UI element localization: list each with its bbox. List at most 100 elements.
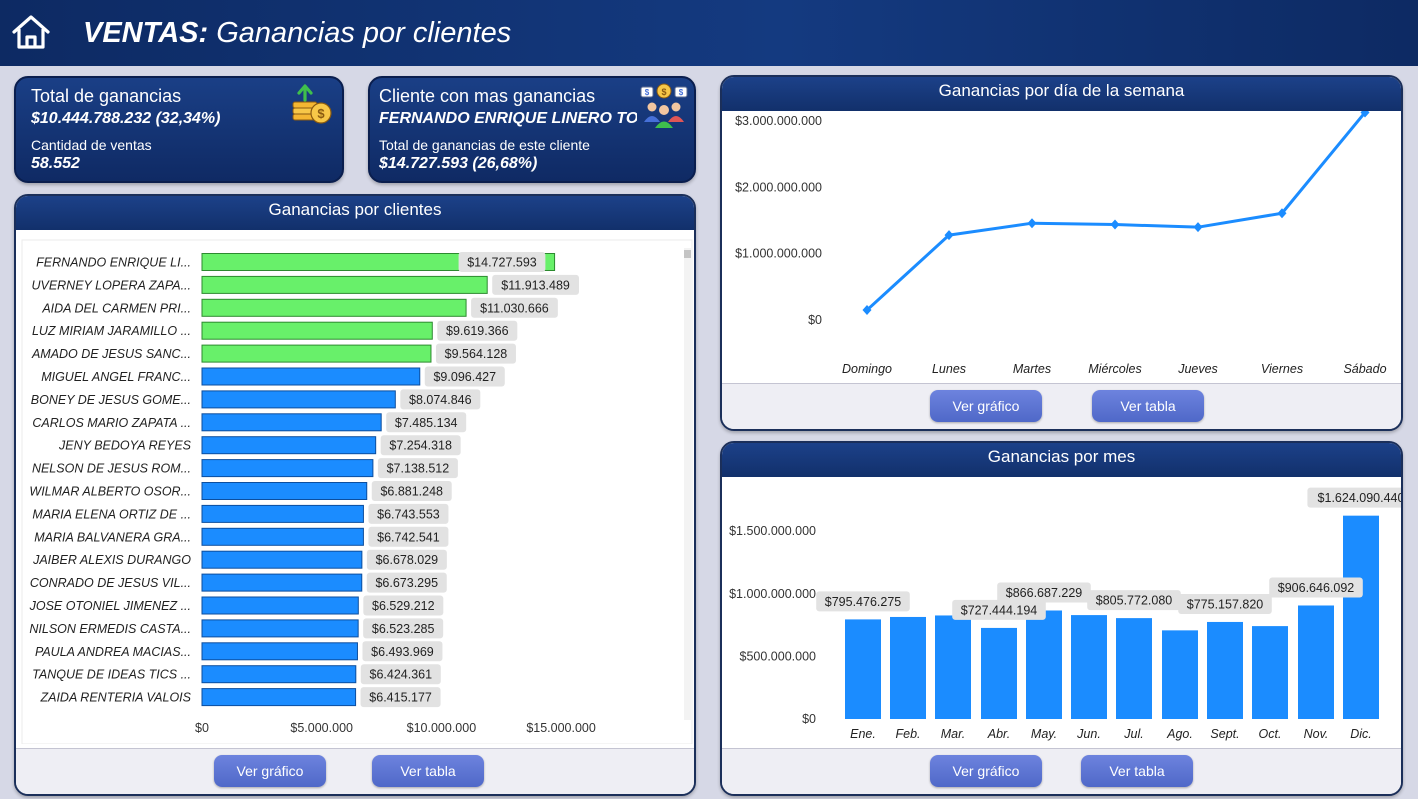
client-value-label: $6.415.177: [369, 691, 432, 705]
month-label: Oct.: [1259, 727, 1282, 741]
client-value-label: $6.493.969: [371, 645, 434, 659]
month-value-label: $805.772.080: [1096, 594, 1173, 608]
scrollbar-thumb[interactable]: [684, 250, 691, 258]
client-bar: [201, 665, 357, 684]
weekday-panel-footer: Ver gráfico Ver tabla: [722, 383, 1401, 429]
month-label: Jul.: [1123, 727, 1143, 741]
kpi-total-card: Total de ganancias $10.444.788.232 (32,3…: [14, 76, 344, 183]
clients-view-table-button[interactable]: Ver tabla: [372, 755, 484, 787]
month-bar: [1207, 621, 1243, 719]
clients-panel-footer: Ver gráfico Ver tabla: [16, 748, 694, 794]
kpi-client-value: FERNANDO ENRIQUE LINERO TO...: [379, 110, 637, 127]
client-label: AIDA DEL CARMEN PRI...: [41, 301, 191, 315]
client-label: ZAIDA RENTERIA VALOIS: [39, 691, 191, 705]
weekday-label: Miércoles: [1088, 362, 1142, 376]
client-label: MARIA ELENA ORTIZ DE ...: [32, 507, 191, 521]
month-value-label: $727.444.194: [961, 603, 1038, 617]
weekday-label: Lunes: [932, 362, 966, 376]
clients-view-chart-button[interactable]: Ver gráfico: [214, 755, 326, 787]
client-value-label: $7.254.318: [389, 439, 452, 453]
client-value-label: $6.673.295: [375, 576, 438, 590]
client-label: JOSE OTONIEL JIMENEZ ...: [29, 599, 191, 613]
kpi-client-title: Cliente con mas ganancias: [379, 86, 596, 106]
page-title-rest: Ganancias por clientes: [208, 17, 512, 49]
month-bar: [1343, 515, 1379, 719]
month-label: May.: [1031, 727, 1057, 741]
y-tick-label: $0: [808, 313, 822, 327]
y-tick-label: $1.000.000.000: [729, 587, 816, 601]
client-bar: [201, 504, 364, 523]
client-bar: [201, 688, 357, 707]
client-bar: [201, 619, 359, 638]
client-bar: [201, 527, 364, 546]
kpi-client-card: Cliente con mas ganancias FERNANDO ENRIQ…: [368, 76, 696, 183]
client-bar: [201, 573, 363, 592]
month-bar: [890, 616, 926, 719]
month-label: Sept.: [1210, 727, 1239, 741]
client-label: MARIA BALVANERA GRA...: [34, 530, 191, 544]
month-value-label: $795.476.275: [825, 595, 902, 609]
client-value-label: $9.619.366: [446, 324, 509, 338]
client-bar: [201, 321, 433, 340]
client-bar: [201, 642, 358, 661]
month-bar: [1252, 626, 1288, 719]
client-value-label: $14.727.593: [467, 256, 537, 270]
client-label: JENY BEDOYA REYES: [58, 439, 192, 453]
client-label: CONRADO DE JESUS VIL...: [30, 576, 191, 590]
weekday-view-chart-button[interactable]: Ver gráfico: [930, 390, 1042, 422]
kpi-client-sub-value: $14.727.593 (26,68%): [379, 155, 538, 172]
month-value-label: $775.157.820: [1187, 597, 1264, 611]
month-value-label: $866.687.229: [1006, 586, 1083, 600]
kpi-sales-label: Cantidad de ventas: [31, 137, 152, 153]
month-label: Feb.: [895, 727, 920, 741]
page-title-bold: VENTAS:: [83, 17, 209, 49]
clients-panel: Ganancias por clientes FERNANDO ENRIQUE …: [14, 194, 696, 796]
client-label: FERNANDO ENRIQUE LI...: [36, 256, 191, 270]
month-view-table-button[interactable]: Ver tabla: [1081, 755, 1193, 787]
client-label: AMADO DE JESUS SANC...: [31, 347, 191, 361]
weekday-line-chart: $0 $1.000.000.000 $2.000.000.000 $3.000.000…: [735, 111, 1387, 376]
weekday-label: Jueves: [1177, 362, 1218, 376]
client-label: LUZ MIRIAM JARAMILLO ...: [32, 324, 191, 338]
client-bar: [201, 596, 359, 615]
clients-bar-chart: FERNANDO ENRIQUE LI... $14.727.593 UVERNEY…: [21, 239, 693, 744]
client-value-label: $11.913.489: [501, 278, 570, 292]
weekday-series-line: [865, 111, 1367, 312]
month-label: Mar.: [941, 727, 966, 741]
month-label: Nov.: [1304, 727, 1329, 741]
weekday-view-table-button[interactable]: Ver tabla: [1092, 390, 1204, 422]
home-icon[interactable]: [10, 12, 52, 52]
client-value-label: $7.138.512: [387, 462, 450, 476]
month-view-chart-button[interactable]: Ver gráfico: [930, 755, 1042, 787]
svg-text:$: $: [661, 87, 666, 97]
month-value-label: $906.646.092: [1278, 581, 1355, 595]
money-growth-icon: $: [292, 84, 332, 124]
x-tick-label: $15.000.000: [526, 721, 596, 735]
month-label: Abr.: [987, 727, 1010, 741]
month-label: Ene.: [850, 727, 876, 741]
svg-text:$: $: [317, 106, 325, 121]
client-value-label: $9.564.128: [445, 347, 508, 361]
client-label: BONEY DE JESUS GOME...: [31, 393, 191, 407]
weekday-panel: Ganancias por día de la semana $0 $1.000.…: [720, 75, 1403, 431]
y-tick-label: $1.000.000.000: [735, 247, 822, 261]
month-bar: [1116, 618, 1152, 719]
month-bar-chart: $0 $500.000.000 $1.000.000.000 $1.500.000.0…: [729, 487, 1401, 741]
kpi-total-title: Total de ganancias: [31, 86, 182, 106]
month-panel: Ganancias por mes $0 $500.000.000 $1.000.0…: [720, 441, 1403, 796]
month-bar: [1298, 605, 1334, 719]
month-bar: [1162, 630, 1198, 719]
client-bar: [201, 436, 377, 455]
kpi-client-sub-label: Total de ganancias de este cliente: [379, 137, 590, 153]
scrollbar-track[interactable]: [684, 248, 691, 720]
customers-icon: $ $ $: [640, 83, 688, 128]
client-bar: [201, 298, 467, 317]
y-tick-label: $3.000.000.000: [735, 114, 822, 128]
client-bar: [201, 550, 363, 569]
weekday-label: Martes: [1013, 362, 1051, 376]
month-label: Ago.: [1166, 727, 1193, 741]
kpi-total-value: $10.444.788.232 (32,34%): [31, 110, 221, 127]
month-value-label: $1.624.090.440: [1318, 491, 1401, 505]
client-label: UVERNEY LOPERA ZAPA...: [31, 278, 191, 292]
client-bar: [201, 459, 374, 478]
